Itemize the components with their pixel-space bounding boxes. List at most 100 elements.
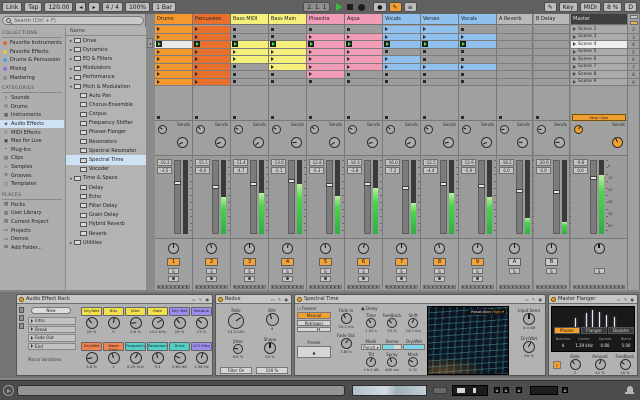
file-item[interactable]: ▸ Modulators: [66, 64, 146, 73]
track-header[interactable]: Vocals: [459, 14, 496, 25]
send-b-knob[interactable]: [177, 137, 188, 148]
device-on-toggle[interactable]: [297, 296, 302, 302]
tap-tempo-button[interactable]: Tap: [24, 2, 43, 12]
pan-knob[interactable]: [434, 242, 445, 254]
clip-slot[interactable]: [155, 71, 192, 79]
redux-bits-knob[interactable]: [265, 313, 279, 326]
macro-name-box[interactable]: Jitter: [125, 307, 146, 316]
clip-slot[interactable]: [155, 56, 192, 64]
fade-in-knob[interactable]: [340, 313, 352, 324]
volume-display[interactable]: -6.0: [195, 167, 210, 174]
crossfade-strip[interactable]: [499, 285, 530, 289]
volume-display[interactable]: -7.2: [385, 167, 400, 174]
clip-slot[interactable]: [269, 48, 306, 56]
clip-slot[interactable]: [459, 26, 496, 34]
track-activator-button[interactable]: 4: [281, 258, 294, 266]
fader-handle[interactable]: [212, 184, 219, 189]
clip-stop-row[interactable]: [269, 114, 306, 121]
scene-launch-row[interactable]: Scene 8: [571, 71, 627, 79]
freezer-mode-manual[interactable]: Manual: [297, 312, 331, 319]
track-activator-button[interactable]: A: [508, 258, 521, 266]
file-item[interactable]: ▸ EQ & Filters: [66, 54, 146, 63]
macro-name-box[interactable]: Wave Rate: [103, 342, 124, 351]
clip-slot[interactable]: [231, 78, 268, 86]
pan-knob[interactable]: [282, 242, 293, 254]
send-a-knob[interactable]: [310, 125, 319, 134]
stop-button[interactable]: [347, 4, 354, 10]
fade-out-knob[interactable]: [340, 338, 352, 349]
clip-slot[interactable]: [155, 41, 192, 49]
link-toggle[interactable]: Link: [2, 2, 23, 12]
tab-doubler[interactable]: Doubler: [608, 327, 634, 334]
playing-clip-button[interactable]: [460, 41, 466, 48]
send-a-knob[interactable]: [537, 125, 546, 134]
file-item[interactable]: Hybrid Reverb: [66, 220, 146, 229]
solo-button[interactable]: S: [546, 268, 557, 274]
solo-button[interactable]: S: [509, 268, 520, 274]
fader-handle[interactable]: [364, 182, 371, 186]
send-a-knob[interactable]: [424, 125, 433, 134]
send-a-knob[interactable]: [386, 125, 395, 134]
delay-spray-knob[interactable]: [387, 357, 397, 367]
send-a-knob[interactable]: [196, 125, 205, 134]
io-toggle-button[interactable]: [630, 15, 638, 19]
clip-stop-button[interactable]: [195, 115, 198, 119]
tempo-field[interactable]: 120.00: [44, 2, 74, 12]
clip-slot[interactable]: [307, 71, 344, 79]
clip-slot[interactable]: [307, 63, 344, 71]
send-b-knob[interactable]: [443, 137, 454, 148]
clip-slot[interactable]: [459, 78, 496, 86]
clip-slot[interactable]: [307, 56, 344, 64]
volume-fader[interactable]: [174, 160, 181, 234]
groove-amount-field[interactable]: 100%: [124, 2, 151, 12]
fader-handle[interactable]: [288, 179, 295, 184]
volume-fader[interactable]: [250, 160, 257, 234]
clip-slot[interactable]: [345, 41, 382, 49]
send-b-knob[interactable]: [405, 137, 416, 148]
clip-stop-row[interactable]: Stop Clips: [571, 113, 627, 121]
follow-button[interactable]: ≡: [403, 2, 417, 12]
macro-knob[interactable]: [195, 352, 208, 364]
clip-stop-row[interactable]: [497, 114, 532, 121]
pan-knob[interactable]: [546, 242, 557, 254]
arm-button[interactable]: [320, 275, 331, 282]
clip-slot[interactable]: [421, 56, 458, 64]
clip-slot[interactable]: [307, 26, 344, 34]
filter-toggle[interactable]: Filter On: [220, 367, 252, 374]
param-value[interactable]: 0.80: [595, 343, 615, 348]
fader-handle[interactable]: [440, 182, 447, 186]
clip-slot[interactable]: [231, 71, 268, 79]
clip-slot[interactable]: [383, 56, 420, 64]
sidebar-item-max-for-live[interactable]: ▣ Max for Live: [0, 137, 64, 146]
solo-button[interactable]: S: [244, 268, 255, 274]
clip-slot[interactable]: [231, 41, 268, 49]
clip-stop-row[interactable]: [421, 114, 458, 121]
send-b-knob[interactable]: [554, 137, 565, 148]
send-a-knob[interactable]: [348, 125, 357, 134]
clip-slot[interactable]: [459, 56, 496, 64]
crossfade-strip[interactable]: [536, 285, 567, 289]
macro-knob[interactable]: [173, 317, 186, 329]
clip-slot[interactable]: [193, 71, 230, 79]
return-track-header[interactable]: A Reverb: [497, 14, 532, 25]
flanger-amount-knob[interactable]: [594, 359, 606, 370]
fader-handle[interactable]: [250, 182, 257, 186]
volume-fader[interactable]: [326, 160, 333, 234]
playing-clip-button[interactable]: [270, 41, 276, 48]
volume-display[interactable]: 0.0: [536, 167, 551, 174]
clip-slot[interactable]: [231, 63, 268, 71]
macro-variation-item[interactable]: Break: [28, 325, 76, 333]
macro-name-box[interactable]: Rate: [147, 307, 168, 316]
volume-display[interactable]: -3.5: [157, 167, 172, 174]
mode-dropdown[interactable]: Punch ▾: [361, 344, 381, 350]
macro-variation-item[interactable]: End: [28, 342, 76, 350]
clip-slot[interactable]: [383, 26, 420, 34]
track-header[interactable]: Aqua: [345, 14, 382, 25]
track-header[interactable]: Verses: [421, 14, 458, 25]
file-item[interactable]: Auto Pan: [66, 91, 146, 100]
solo-button[interactable]: S: [434, 268, 445, 274]
volume-fader[interactable]: [364, 160, 371, 234]
clip-stop-row[interactable]: [383, 114, 420, 121]
track-activator-button[interactable]: 1: [167, 258, 180, 266]
clip-slot[interactable]: [345, 78, 382, 86]
